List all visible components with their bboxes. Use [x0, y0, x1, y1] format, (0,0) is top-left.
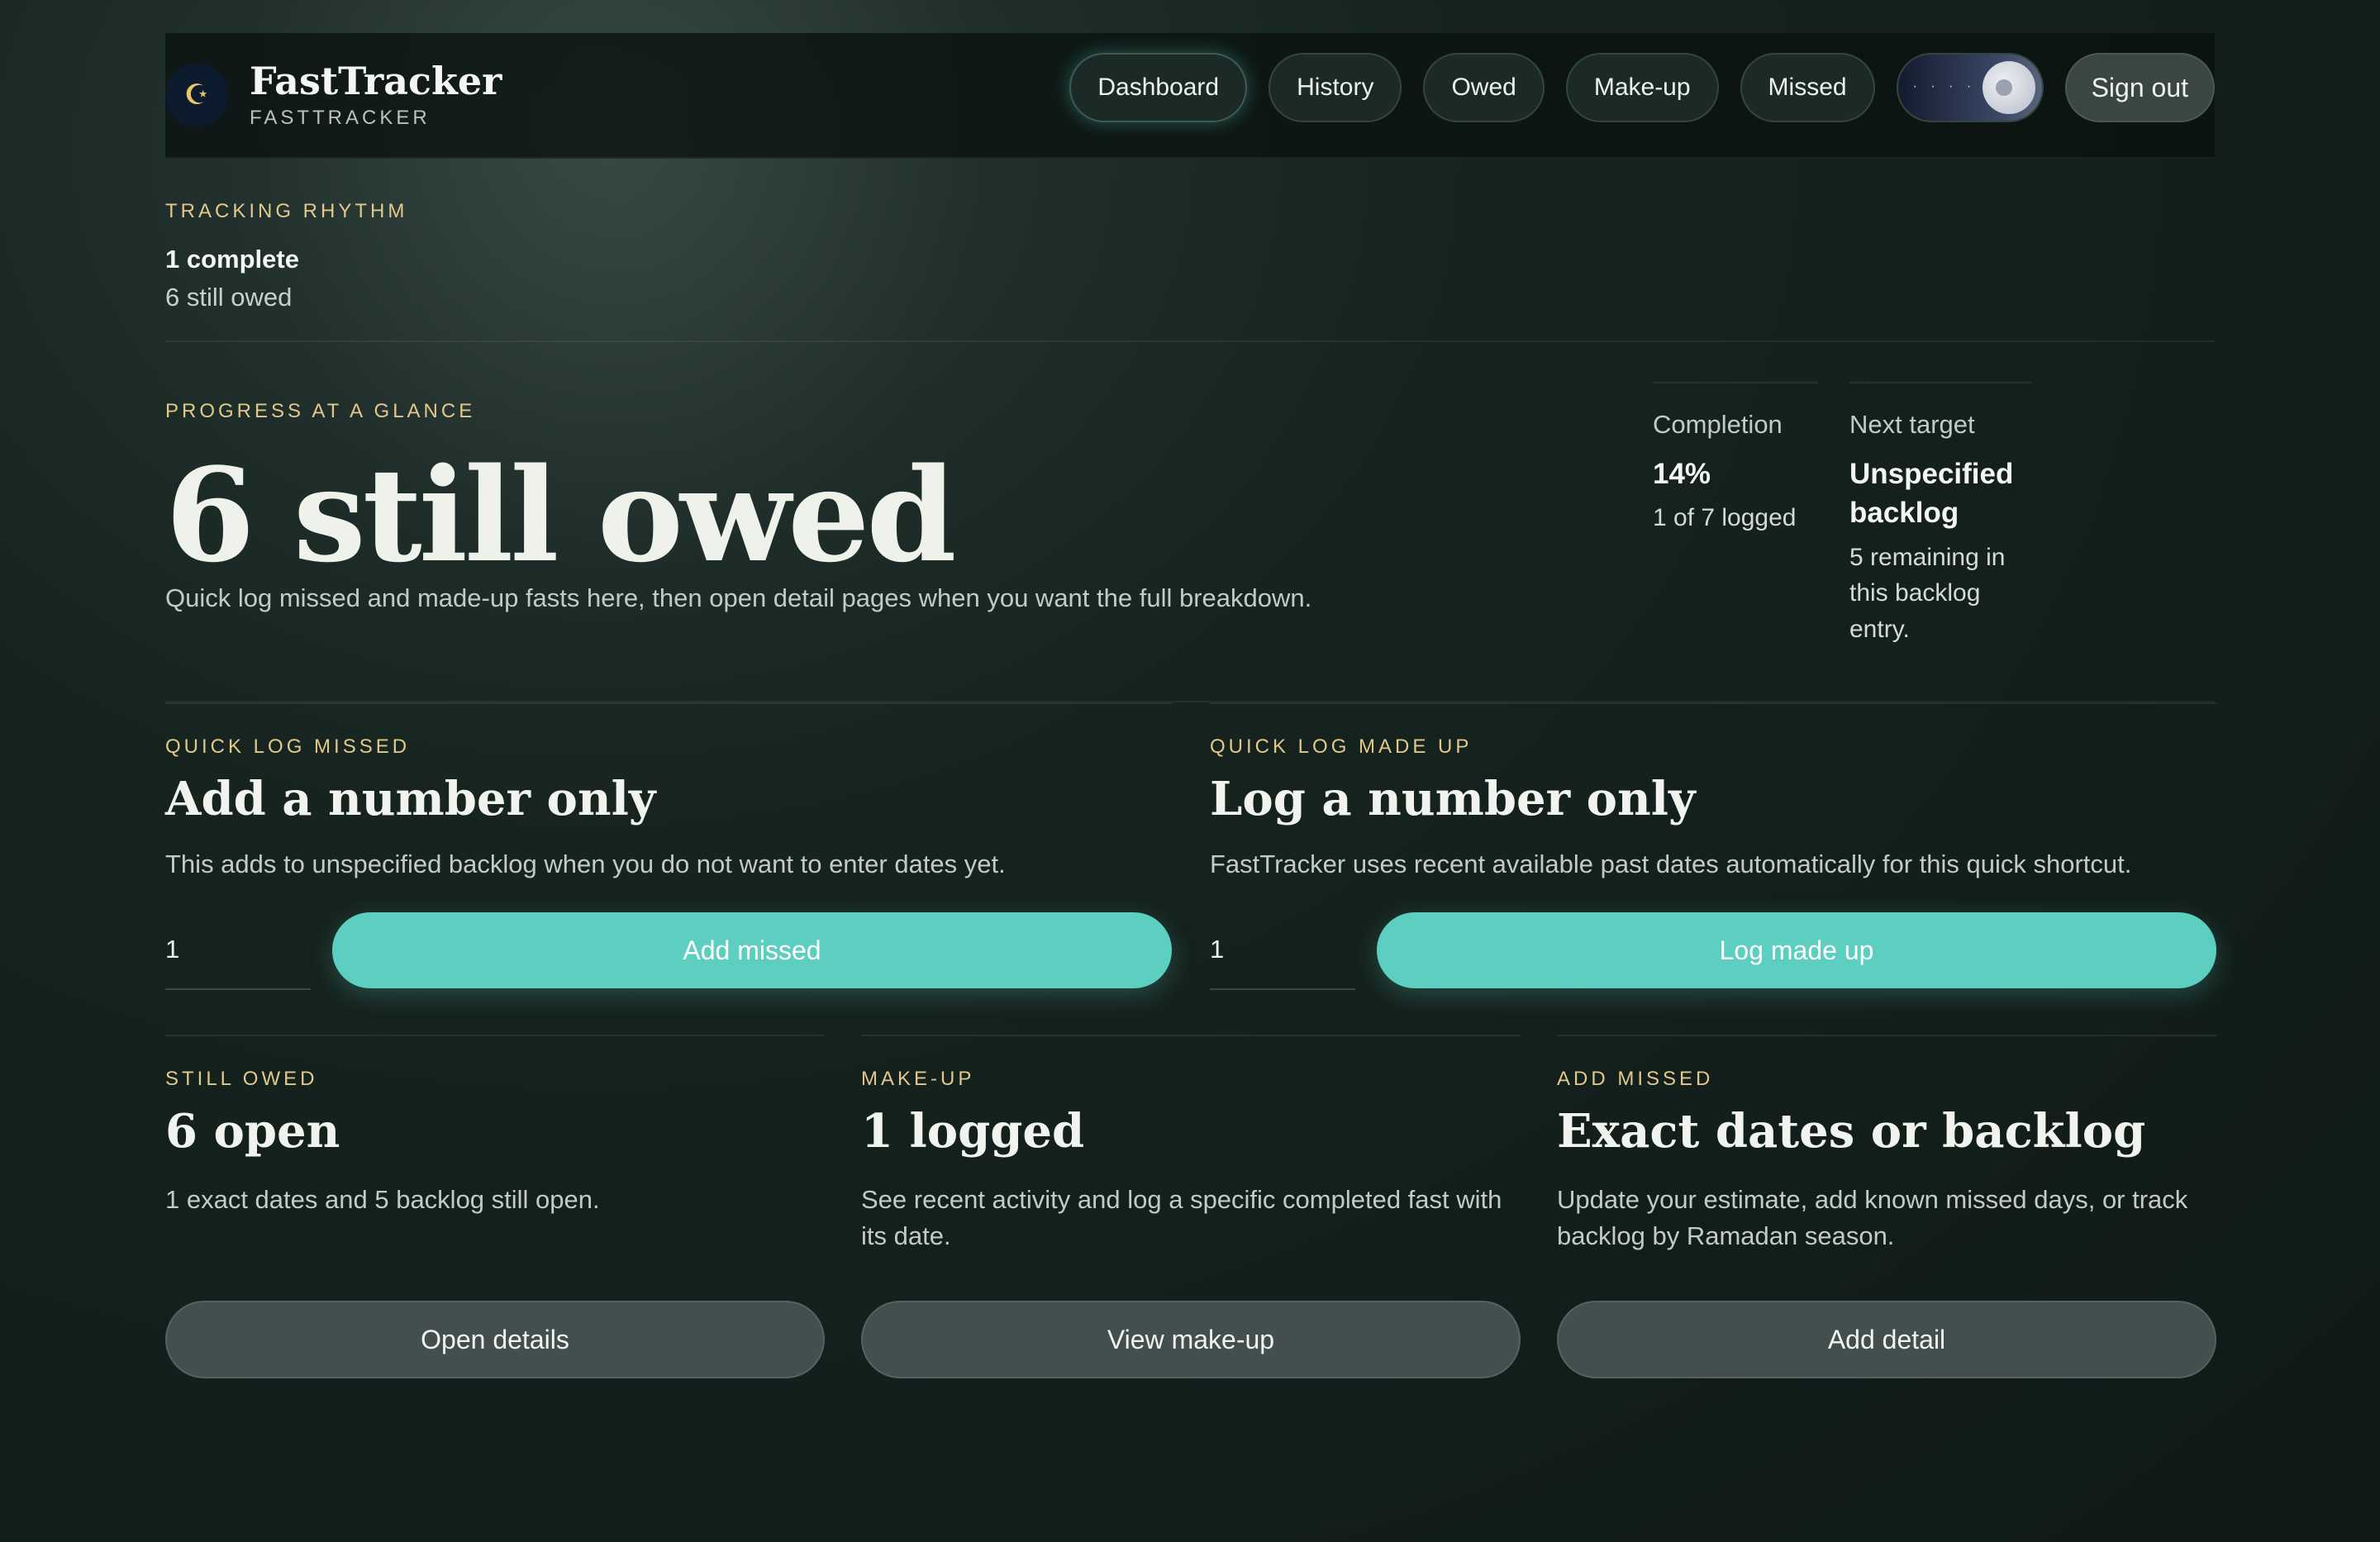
quick-madeup-eyebrow: QUICK LOG MADE UP	[1210, 735, 1473, 758]
moon-icon	[1982, 61, 2035, 114]
make-up-title: 1 logged	[861, 1104, 1085, 1159]
nav-history[interactable]: History	[1269, 53, 1402, 122]
brand: FastTracker FASTTRACKER	[250, 60, 502, 131]
completion-value: 14%	[1653, 458, 1711, 490]
still-owed-card: STILL OWED 6 open 1 exact dates and 5 ba…	[165, 1035, 825, 1382]
quick-log-section: QUICK LOG MISSED Add a number only This …	[165, 702, 2216, 1035]
progress-at-a-glance: PROGRESS AT A GLANCE 6 still owed Quick …	[165, 342, 2215, 702]
still-owed-title: 6 open	[165, 1104, 340, 1159]
madeup-count-input[interactable]	[1210, 911, 1355, 990]
next-target-sub: 5 remaining in this backlog entry.	[1849, 543, 2006, 643]
quick-madeup-form: Log made up	[1210, 911, 2216, 990]
quick-log-made-up: QUICK LOG MADE UP Log a number only Fast…	[1210, 702, 2216, 990]
nav-dashboard[interactable]: Dashboard	[1069, 53, 1248, 122]
missed-count-input[interactable]	[165, 911, 311, 990]
add-missed-description: Update your estimate, add known missed d…	[1557, 1185, 2188, 1251]
main-nav: Dashboard History Owed Make-up Missed · …	[1069, 53, 2215, 122]
progress-title: 6 still owed	[165, 440, 957, 591]
make-up-description: See recent activity and log a specific c…	[861, 1185, 1502, 1251]
make-up-eyebrow: MAKE-UP	[861, 1068, 975, 1090]
quick-missed-form: Add missed	[165, 911, 1172, 990]
add-missed-button[interactable]: Add missed	[332, 912, 1172, 988]
quick-log-missed: QUICK LOG MISSED Add a number only This …	[165, 702, 1172, 990]
nav-owed[interactable]: Owed	[1423, 53, 1545, 122]
add-missed-eyebrow: ADD MISSED	[1557, 1068, 1714, 1090]
log-made-up-button[interactable]: Log made up	[1377, 912, 2216, 988]
quick-madeup-title: Log a number only	[1210, 772, 1696, 826]
theme-toggle[interactable]: · · · · ·	[1896, 53, 2044, 122]
completion-stat: Completion 14% 1 of 7 logged	[1653, 382, 1818, 536]
still-owed-eyebrow: STILL OWED	[165, 1068, 318, 1090]
brand-name: FastTracker	[250, 58, 502, 103]
next-target-value: Unspecified backlog	[1849, 458, 2014, 530]
add-missed-title: Exact dates or backlog	[1557, 1104, 2146, 1159]
summary-cards: STILL OWED 6 open 1 exact dates and 5 ba…	[165, 1035, 2216, 1398]
add-missed-card: ADD MISSED Exact dates or backlog Update…	[1557, 1035, 2216, 1382]
rhythm-complete-count: 1 complete	[165, 245, 299, 274]
tracking-rhythm-eyebrow: TRACKING RHYTHM	[165, 200, 408, 222]
progress-description: Quick log missed and made-up fasts here,…	[165, 583, 1312, 612]
progress-eyebrow: PROGRESS AT A GLANCE	[165, 400, 476, 422]
add-detail-button[interactable]: Add detail	[1557, 1301, 2216, 1378]
sign-out-button[interactable]: Sign out	[2064, 53, 2215, 122]
quick-madeup-description: FastTracker uses recent available past d…	[1210, 850, 2132, 878]
nav-make-up[interactable]: Make-up	[1565, 53, 1719, 122]
view-make-up-button[interactable]: View make-up	[861, 1301, 1521, 1378]
open-details-button[interactable]: Open details	[165, 1301, 825, 1378]
still-owed-description: 1 exact dates and 5 backlog still open.	[165, 1185, 600, 1214]
completion-label: Completion	[1653, 410, 1783, 439]
quick-missed-eyebrow: QUICK LOG MISSED	[165, 735, 411, 758]
next-target-label: Next target	[1849, 410, 1975, 439]
completion-sub: 1 of 7 logged	[1653, 504, 1797, 532]
rhythm-owed-count: 6 still owed	[165, 283, 293, 312]
nav-missed[interactable]: Missed	[1740, 53, 1875, 122]
tracking-rhythm: TRACKING RHYTHM 1 complete 6 still owed	[165, 159, 2215, 342]
next-target-stat: Next target Unspecified backlog 5 remain…	[1849, 382, 2031, 647]
quick-missed-description: This adds to unspecified backlog when yo…	[165, 850, 1006, 878]
page: ☪ FastTracker FASTTRACKER Dashboard Hist…	[165, 33, 2216, 1398]
brand-subtitle: FASTTRACKER	[250, 107, 431, 130]
quick-missed-title: Add a number only	[165, 772, 656, 826]
crescent-moon-logo-icon: ☪	[165, 64, 228, 126]
make-up-card: MAKE-UP 1 logged See recent activity and…	[861, 1035, 1521, 1382]
top-bar: ☪ FastTracker FASTTRACKER Dashboard Hist…	[165, 33, 2215, 159]
